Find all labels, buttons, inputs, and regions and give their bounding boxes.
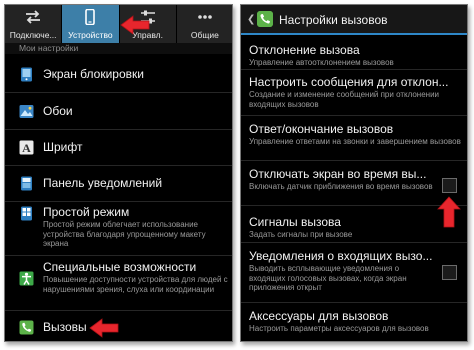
red-arrow-up-icon	[437, 196, 461, 228]
red-arrow-left-icon	[89, 318, 119, 338]
item-title: Панель уведомлений	[43, 176, 163, 190]
svg-text:A: A	[22, 141, 31, 155]
tab-general[interactable]: Общие	[176, 5, 232, 43]
item-title: Аксессуары для вызовов	[249, 309, 389, 323]
item-title: Отклонение вызова	[249, 43, 360, 57]
item-title: Экран блокировки	[43, 67, 144, 81]
settings-item-accessibility[interactable]: Специальные возможности Повышение доступ…	[5, 256, 232, 311]
reject-messages-item[interactable]: Настроить сообщения для отклон... Создан…	[241, 70, 467, 116]
incoming-notifications-checkbox[interactable]	[442, 265, 457, 280]
screen-off-during-call-item[interactable]: Отключать экран во время вы... Включать …	[241, 161, 467, 206]
accessibility-icon	[19, 271, 34, 286]
page-title: Настройки вызовов	[279, 13, 388, 27]
item-description: Настроить параметры аксессуаров для вызо…	[249, 324, 429, 333]
tab-device[interactable]: Устройство	[62, 5, 120, 43]
item-title: Ответ/окончание вызовов	[249, 122, 394, 136]
item-description: Управление ответами на звонки и завершен…	[249, 137, 461, 146]
settings-tabs: Подключе... Устройство Управл. Общие	[5, 5, 232, 43]
tab-label: Подключе...	[9, 30, 57, 40]
easy-mode-icon	[21, 206, 32, 221]
item-description: Создание и изменение сообщений при откло…	[249, 90, 440, 109]
back-chevron-icon[interactable]: ❮	[247, 14, 255, 25]
item-title: Вызовы	[43, 320, 87, 334]
settings-item-font[interactable]: A Шрифт	[5, 130, 232, 166]
settings-item-easy-mode[interactable]: Простой режим Простой режим облегчает ис…	[5, 202, 232, 256]
red-arrow-left-icon	[120, 15, 150, 35]
tab-connections[interactable]: Подключе...	[5, 5, 63, 43]
phone-device-icon	[85, 9, 96, 25]
screen-off-checkbox[interactable]	[442, 178, 457, 193]
settings-screen-device: Подключе... Устройство Управл. Общие Мои…	[4, 4, 233, 342]
call-icon[interactable]	[257, 11, 273, 27]
tab-label: Устройство	[68, 30, 113, 40]
call-rejection-item[interactable]: Отклонение вызова Управление автоотклоне…	[241, 37, 467, 70]
item-description: Управление автоотклонением вызовов	[249, 58, 394, 67]
notification-panel-icon	[21, 176, 32, 191]
item-title: Настроить сообщения для отклон...	[249, 75, 449, 89]
item-description: Повышение доступности устройства для люд…	[43, 275, 228, 294]
settings-item-calls[interactable]: Вызовы	[5, 311, 232, 341]
item-title: Сигналы вызова	[249, 215, 341, 229]
item-description: Простой режим облегчает использование ус…	[43, 220, 206, 248]
answer-end-calls-item[interactable]: Ответ/окончание вызовов Управление ответ…	[241, 116, 467, 161]
call-icon	[19, 320, 34, 335]
tab-label: Общие	[190, 30, 219, 40]
lock-screen-icon	[21, 67, 32, 82]
section-subheader: Мои настройки	[5, 43, 232, 54]
settings-item-notification-panel[interactable]: Панель уведомлений	[5, 166, 232, 202]
settings-item-lock-screen[interactable]: Экран блокировки	[5, 55, 232, 93]
action-bar: ❮ Настройки вызовов	[241, 5, 467, 35]
font-icon: A	[19, 140, 34, 155]
arrows-swap-icon	[26, 10, 41, 24]
call-settings-screen: ❮ Настройки вызовов Отклонение вызова Уп…	[240, 4, 468, 342]
call-accessories-item[interactable]: Аксессуары для вызовов Настроить парамет…	[241, 303, 467, 341]
item-title: Простой режим	[43, 205, 130, 219]
item-description: Включать датчик приближения во время выз…	[249, 182, 433, 191]
incoming-call-notifications-item[interactable]: Уведомления о входящих вызо... Выводить …	[241, 243, 467, 303]
settings-item-wallpaper[interactable]: Обои	[5, 93, 232, 130]
item-title: Специальные возможности	[43, 260, 197, 274]
wallpaper-icon	[19, 105, 34, 118]
item-description: Выводить всплывающие уведомления о входя…	[249, 264, 407, 292]
item-title: Отключать экран во время вы...	[249, 167, 427, 181]
dots-icon	[198, 15, 212, 19]
item-title: Обои	[43, 104, 73, 118]
item-title: Уведомления о входящих вызо...	[249, 249, 433, 263]
call-alerts-item[interactable]: Сигналы вызова Задать сигналы при вызове	[241, 206, 467, 243]
item-title: Шрифт	[43, 140, 83, 154]
item-description: Задать сигналы при вызове	[249, 230, 353, 239]
